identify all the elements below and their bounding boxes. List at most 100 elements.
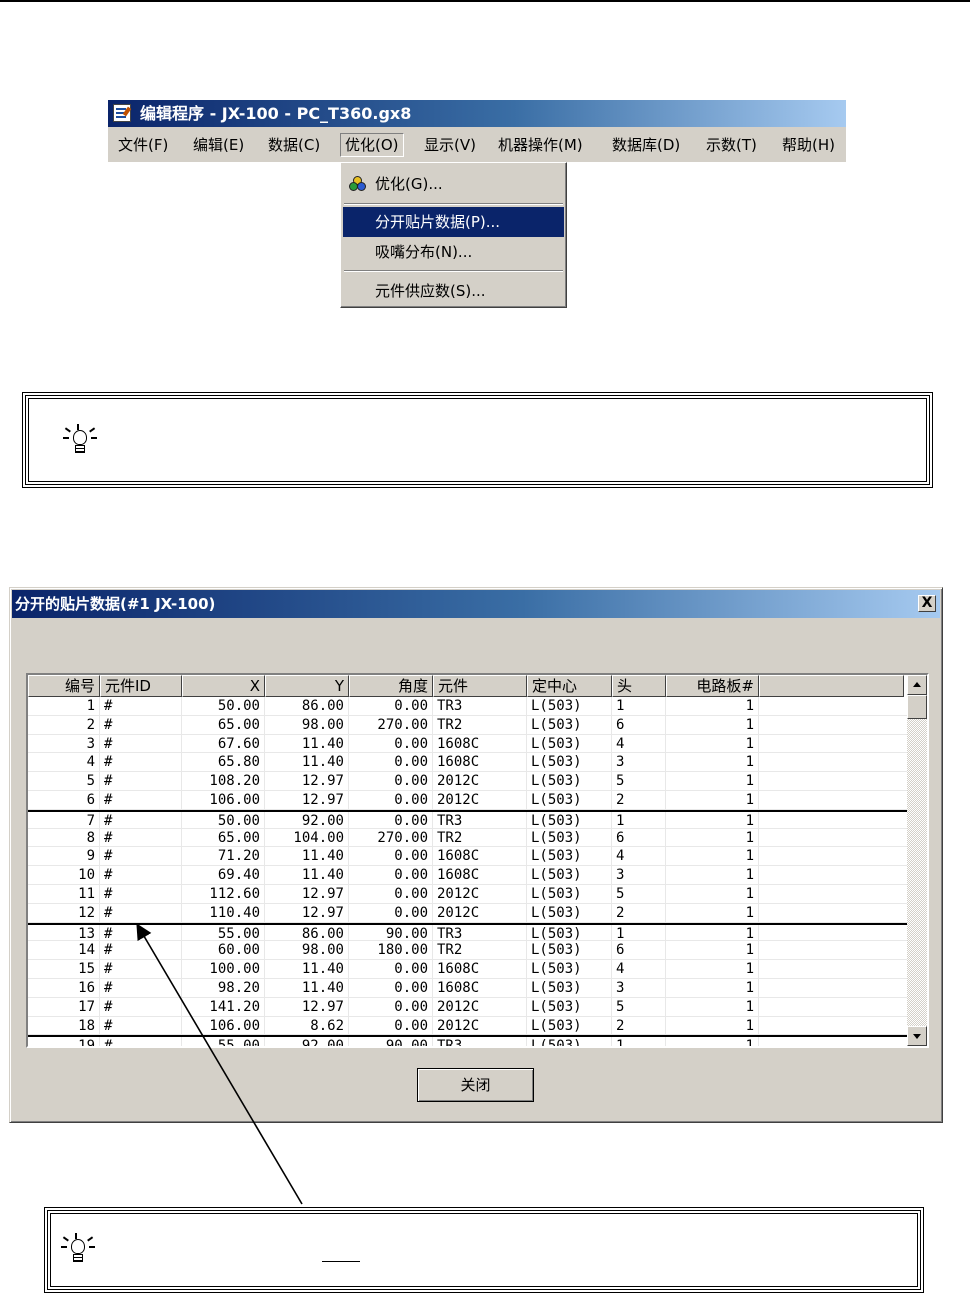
cell-head: 2 <box>612 790 666 809</box>
cell-component: TR3 <box>433 1037 527 1046</box>
menu-data[interactable]: 数据(C) <box>264 133 324 157</box>
menu-item-component-supply-count[interactable]: 元件供应数(S)... <box>343 276 564 306</box>
table-row[interactable]: 6 #106.00 12.97 0.00 2012C L(503) 2 1 <box>28 790 908 810</box>
header-centering[interactable]: 定中心 <box>527 675 612 697</box>
menu-help[interactable]: 帮助(H) <box>778 133 839 157</box>
close-button[interactable]: 关闭 <box>417 1068 534 1102</box>
cell-y: 98.00 <box>265 715 349 734</box>
cell-y: 92.00 <box>265 811 349 828</box>
cell-x: 65.80 <box>182 753 265 772</box>
cell-x: 100.00 <box>182 960 265 978</box>
table-row[interactable]: 13 #55.00 86.00 90.00 TR3 L(503) 1 1 <box>28 922 908 942</box>
cell-component-id: # <box>100 960 182 978</box>
cell-board-number: 1 <box>666 847 759 866</box>
menu-item-nozzle-distribution[interactable]: 吸嘴分布(N)... <box>343 237 564 267</box>
header-component[interactable]: 元件 <box>433 675 527 697</box>
cell-board-number: 1 <box>666 960 759 978</box>
cell-number: 9 <box>28 847 100 866</box>
cell-number: 4 <box>28 753 100 772</box>
cell-number: 12 <box>28 903 100 922</box>
cell-component-id: # <box>100 753 182 772</box>
table-row[interactable]: 11 #112.60 12.97 0.00 2012C L(503) 5 1 <box>28 884 908 904</box>
cell-y: 11.40 <box>265 960 349 978</box>
cell-centering: L(503) <box>527 772 612 790</box>
table-row[interactable]: 3 #67.60 11.40 0.00 1608C L(503) 4 1 <box>28 734 908 754</box>
table-row[interactable]: 17 #141.20 12.97 0.00 2012C L(503) 5 1 <box>28 997 908 1017</box>
header-board-number[interactable]: 电路板# <box>666 675 759 697</box>
menu-machine-operation[interactable]: 机器操作(M) <box>494 133 587 157</box>
table-row[interactable]: 7 #50.00 92.00 0.00 TR3 L(503) 1 1 <box>28 809 908 829</box>
table-row[interactable]: 15 #100.00 11.40 0.00 1608C L(503) 4 1 <box>28 960 908 979</box>
table-row[interactable]: 9 #71.20 11.40 0.00 1608C L(503) 4 1 <box>28 847 908 867</box>
header-head[interactable]: 头 <box>612 675 666 697</box>
cell-y: 11.40 <box>265 978 349 997</box>
cell-component: TR2 <box>433 828 527 847</box>
table-row[interactable]: 19 #55.00 92.00 90.00 TR3 L(503) 1 1 <box>28 1035 908 1046</box>
cell-number: 5 <box>28 772 100 790</box>
scroll-down-icon[interactable] <box>907 1026 927 1046</box>
cell-angle: 0.00 <box>349 847 433 866</box>
cell-angle: 0.00 <box>349 997 433 1016</box>
cell-angle: 0.00 <box>349 866 433 884</box>
table-row[interactable]: 12 #110.40 12.97 0.00 2012C L(503) 2 1 <box>28 903 908 923</box>
cell-component: TR3 <box>433 924 527 941</box>
header-blank[interactable] <box>759 675 904 697</box>
table-row[interactable]: 8 #65.00 104.00 270.00 TR2 L(503) 6 1 <box>28 828 908 848</box>
menu-teach[interactable]: 示数(T) <box>702 133 761 157</box>
cell-component: 1608C <box>433 753 527 772</box>
menu-separator <box>344 203 563 205</box>
cell-component: 1608C <box>433 866 527 884</box>
menu-item-split-placement-data[interactable]: 分开贴片数据(P)... <box>343 207 564 237</box>
table-row[interactable]: 18 #106.00 8.62 0.00 2012C L(503) 2 1 <box>28 1016 908 1036</box>
cell-centering: L(503) <box>527 715 612 734</box>
cell-x: 106.00 <box>182 790 265 809</box>
cell-x: 112.60 <box>182 884 265 903</box>
menu-item-optimize[interactable]: 优化(G)... <box>343 169 564 199</box>
cell-component: 2012C <box>433 997 527 1016</box>
header-number[interactable]: 编号 <box>28 675 100 697</box>
menu-edit[interactable]: 编辑(E) <box>189 133 248 157</box>
tip-box-bottom <box>44 1207 924 1293</box>
scroll-up-icon[interactable] <box>907 675 927 695</box>
close-icon[interactable]: X <box>918 595 936 612</box>
cell-y: 92.00 <box>265 1037 349 1046</box>
cell-y: 11.40 <box>265 847 349 866</box>
table-row[interactable]: 16 #98.20 11.40 0.00 1608C L(503) 3 1 <box>28 978 908 998</box>
cell-component: 2012C <box>433 903 527 922</box>
header-component-id[interactable]: 元件ID <box>100 675 182 697</box>
cell-number: 1 <box>28 697 100 715</box>
cell-y: 86.00 <box>265 924 349 941</box>
cell-x: 110.40 <box>182 903 265 922</box>
vertical-scrollbar[interactable] <box>907 675 927 1046</box>
scroll-thumb[interactable] <box>907 695 927 719</box>
optimize-icon <box>349 176 367 192</box>
table-row[interactable]: 2 #65.00 98.00 270.00 TR2 L(503) 6 1 <box>28 715 908 735</box>
header-angle[interactable]: 角度 <box>349 675 433 697</box>
cell-head: 3 <box>612 753 666 772</box>
menu-bar: 文件(F) 编辑(E) 数据(C) 优化(O) 显示(V) 机器操作(M) 数据… <box>108 127 846 162</box>
menu-view[interactable]: 显示(V) <box>420 133 480 157</box>
menu-database[interactable]: 数据库(D) <box>608 133 684 157</box>
cell-number: 8 <box>28 828 100 847</box>
table-row[interactable]: 14 #60.00 98.00 180.00 TR2 L(503) 6 1 <box>28 941 908 961</box>
menu-file[interactable]: 文件(F) <box>114 133 172 157</box>
cell-centering: L(503) <box>527 941 612 960</box>
cell-centering: L(503) <box>527 697 612 715</box>
cell-component-id: # <box>100 903 182 922</box>
cell-number: 15 <box>28 960 100 978</box>
menu-optimize[interactable]: 优化(O) <box>340 133 404 157</box>
cell-angle: 0.00 <box>349 1016 433 1035</box>
cell-component: 1608C <box>433 847 527 866</box>
table-row[interactable]: 10 #69.40 11.40 0.00 1608C L(503) 3 1 <box>28 866 908 885</box>
cell-y: 12.97 <box>265 903 349 922</box>
cell-component: 2012C <box>433 884 527 903</box>
table-row[interactable]: 4 #65.80 11.40 0.00 1608C L(503) 3 1 <box>28 753 908 773</box>
header-x[interactable]: X <box>182 675 265 697</box>
cell-angle: 90.00 <box>349 924 433 941</box>
table-row[interactable]: 5 #108.20 12.97 0.00 2012C L(503) 5 1 <box>28 772 908 791</box>
cell-y: 12.97 <box>265 884 349 903</box>
header-y[interactable]: Y <box>265 675 349 697</box>
cell-board-number: 1 <box>666 903 759 922</box>
table-row[interactable]: 1 #50.00 86.00 0.00 TR3 L(503) 1 1 <box>28 697 908 716</box>
cell-centering: L(503) <box>527 960 612 978</box>
